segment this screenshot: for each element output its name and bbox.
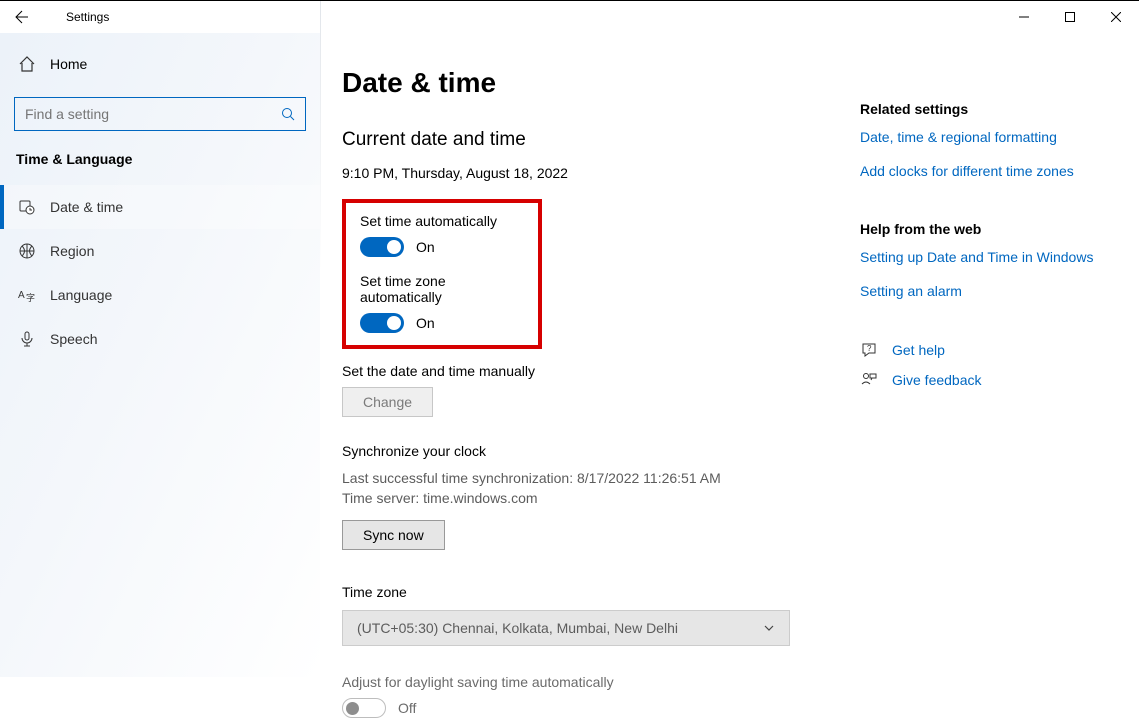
clock-calendar-icon bbox=[18, 198, 36, 216]
auto-time-state: On bbox=[416, 239, 435, 255]
dst-state: Off bbox=[398, 700, 416, 716]
main-pane: Date & time Current date and time 9:10 P… bbox=[320, 33, 860, 677]
svg-text:A: A bbox=[18, 290, 25, 301]
svg-text:字: 字 bbox=[26, 292, 35, 303]
nav-list: Date & time Region A字 Language bbox=[0, 185, 320, 361]
nav-item-label: Speech bbox=[50, 331, 97, 347]
link-setup-date-time[interactable]: Setting up Date and Time in Windows bbox=[860, 249, 1124, 265]
feedback-icon bbox=[860, 371, 878, 389]
timezone-selected: (UTC+05:30) Chennai, Kolkata, Mumbai, Ne… bbox=[357, 620, 678, 636]
search-icon bbox=[281, 107, 295, 121]
app-title: Settings bbox=[44, 10, 109, 24]
get-help-link[interactable]: Get help bbox=[892, 342, 945, 358]
auto-time-toggle[interactable] bbox=[360, 237, 404, 257]
nav-item-region[interactable]: Region bbox=[0, 229, 320, 273]
link-add-clocks[interactable]: Add clocks for different time zones bbox=[860, 163, 1124, 179]
timezone-dropdown[interactable]: (UTC+05:30) Chennai, Kolkata, Mumbai, Ne… bbox=[342, 610, 790, 646]
sync-now-button[interactable]: Sync now bbox=[342, 520, 445, 550]
close-button[interactable] bbox=[1093, 1, 1139, 33]
time-server-text: Time server: time.windows.com bbox=[342, 489, 860, 509]
nav-item-label: Date & time bbox=[50, 199, 123, 215]
title-bar: Settings bbox=[0, 1, 1139, 33]
nav-item-date-time[interactable]: Date & time bbox=[0, 185, 320, 229]
give-feedback-row[interactable]: Give feedback bbox=[860, 371, 1124, 389]
current-heading: Current date and time bbox=[342, 129, 860, 151]
category-title: Time & Language bbox=[0, 151, 320, 185]
home-label: Home bbox=[50, 56, 87, 72]
chevron-down-icon bbox=[763, 622, 775, 634]
help-web-heading: Help from the web bbox=[860, 221, 1124, 237]
maximize-icon bbox=[1065, 12, 1075, 22]
get-help-row[interactable]: ? Get help bbox=[860, 341, 1124, 359]
related-heading: Related settings bbox=[860, 101, 1124, 117]
search-container bbox=[14, 97, 306, 131]
nav-item-label: Language bbox=[50, 287, 112, 303]
home-icon bbox=[18, 55, 36, 73]
highlight-annotation: Set time automatically On Set time zone … bbox=[342, 199, 542, 349]
globe-icon bbox=[18, 242, 36, 260]
language-icon: A字 bbox=[18, 286, 36, 304]
link-setting-alarm[interactable]: Setting an alarm bbox=[860, 283, 1124, 299]
last-sync-text: Last successful time synchronization: 8/… bbox=[342, 469, 860, 489]
change-button[interactable]: Change bbox=[342, 387, 433, 417]
dst-toggle bbox=[342, 698, 386, 718]
nav-item-speech[interactable]: Speech bbox=[0, 317, 320, 361]
minimize-button[interactable] bbox=[1001, 1, 1047, 33]
svg-text:?: ? bbox=[867, 344, 872, 353]
arrow-left-icon bbox=[14, 9, 30, 25]
auto-zone-label: Set time zone automatically bbox=[360, 273, 524, 305]
minimize-icon bbox=[1019, 12, 1029, 22]
maximize-button[interactable] bbox=[1047, 1, 1093, 33]
home-nav[interactable]: Home bbox=[0, 41, 320, 87]
nav-item-language[interactable]: A字 Language bbox=[0, 273, 320, 317]
microphone-icon bbox=[18, 330, 36, 348]
auto-time-label: Set time automatically bbox=[360, 213, 524, 229]
sidebar: Home Time & Language Date & time bbox=[0, 33, 320, 677]
manual-label: Set the date and time manually bbox=[342, 363, 860, 379]
give-feedback-link[interactable]: Give feedback bbox=[892, 372, 982, 388]
search-box[interactable] bbox=[14, 97, 306, 131]
page-title: Date & time bbox=[342, 67, 860, 99]
current-datetime: 9:10 PM, Thursday, August 18, 2022 bbox=[342, 165, 860, 181]
close-icon bbox=[1111, 12, 1121, 22]
nav-item-label: Region bbox=[50, 243, 94, 259]
search-input[interactable] bbox=[25, 106, 281, 122]
timezone-heading: Time zone bbox=[342, 584, 860, 600]
back-button[interactable] bbox=[0, 1, 44, 33]
auto-zone-state: On bbox=[416, 315, 435, 331]
link-date-time-regional[interactable]: Date, time & regional formatting bbox=[860, 129, 1124, 145]
chat-help-icon: ? bbox=[860, 341, 878, 359]
related-pane: Related settings Date, time & regional f… bbox=[860, 33, 1136, 677]
auto-zone-toggle[interactable] bbox=[360, 313, 404, 333]
sync-heading: Synchronize your clock bbox=[342, 443, 860, 459]
